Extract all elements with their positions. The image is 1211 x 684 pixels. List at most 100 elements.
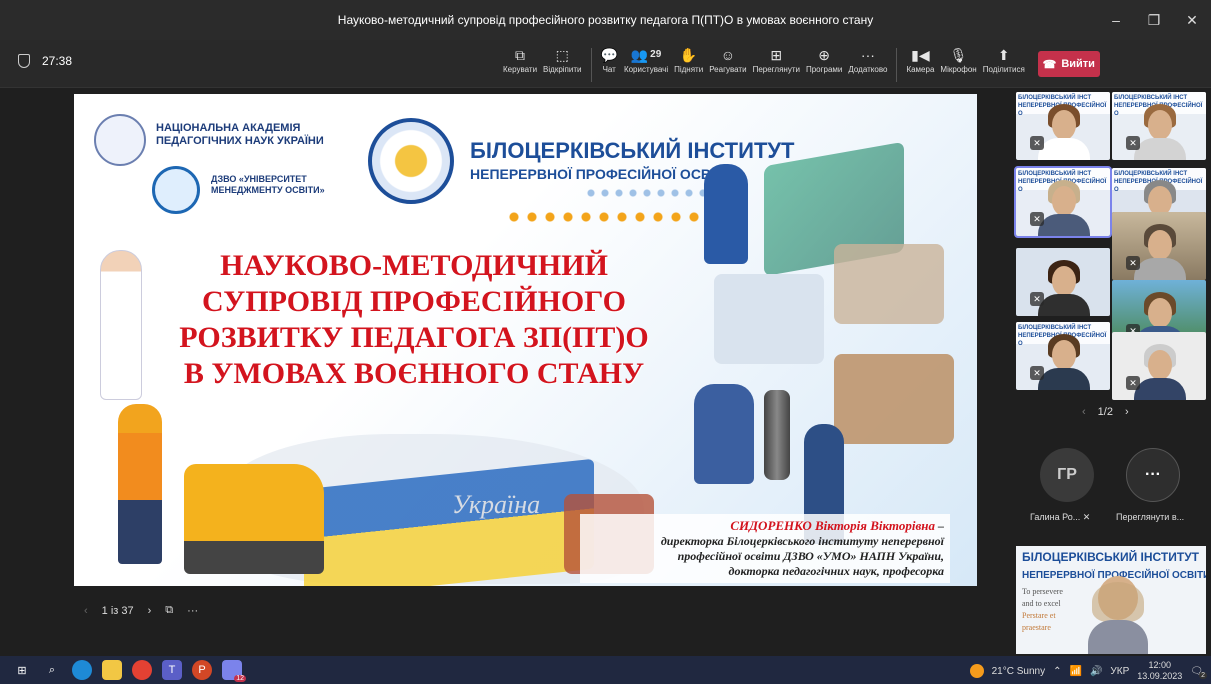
minimize-button[interactable]: – [1097, 0, 1135, 40]
window-titlebar: Науково-методичний супровід професійного… [0, 0, 1211, 40]
divider [590, 48, 592, 82]
react-button[interactable]: ☺ Реагувати [706, 45, 749, 82]
leave-label: Вийти [1061, 58, 1095, 70]
avatar-name: Галина Ро... ✕ [1030, 512, 1090, 523]
participant-tile[interactable]: БІЛОЦЕРКІВСЬКИЙ ІНСТ НЕПЕРЕРВНОЇ ПРОФЕСІ… [1016, 92, 1110, 160]
motto-line-2: and to excel [1022, 599, 1061, 608]
language-indicator[interactable]: УКР [1110, 666, 1129, 677]
notification-icon[interactable]: 🗨 2 [1190, 666, 1207, 679]
people-icon: 👥 [630, 47, 649, 63]
leave-button[interactable]: ☎ Вийти [1037, 51, 1100, 77]
raise-hand-button[interactable]: ✋ Підняти [671, 45, 706, 82]
file-explorer-icon[interactable] [102, 660, 122, 680]
slide-overview-icon[interactable]: ⧉ [165, 604, 173, 617]
control-button[interactable]: ⧉ Керувати [500, 45, 540, 82]
chat-icon: 💬 [600, 47, 618, 63]
people-label: Користувачі [623, 65, 669, 74]
mic-off-icon: ✕ [1030, 212, 1044, 226]
meeting-toolbar: 27:38 ⧉ Керувати ⬚ Відкріпити 💬 Чат 👥 29 … [0, 40, 1211, 88]
speaker-caption: СИДОРЕНКО Вікторія Вікторівна – директор… [580, 514, 950, 583]
teams-chat-icon[interactable]: 12 [222, 660, 246, 682]
windows-start-icon[interactable]: ⊞ [12, 660, 32, 680]
machinist-illustration [714, 274, 824, 364]
participant-tile[interactable]: ✕ [1016, 248, 1110, 316]
participant-tile[interactable]: БІЛОЦЕРКІВСЬКИЙ ІНСТ НЕПЕРЕРВНОЇ ПРОФЕСІ… [1016, 322, 1110, 390]
tray-chevron-icon[interactable]: ⌃ [1053, 666, 1061, 677]
unpin-button[interactable]: ⬚ Відкріпити [540, 45, 584, 82]
volume-icon[interactable]: 🔊 [1090, 666, 1102, 677]
institute-logo-icon [368, 118, 454, 204]
apps-button[interactable]: ⊕ Програми [803, 45, 845, 82]
speaker-line-1: директорка Білоцерківського інституту не… [660, 534, 944, 548]
gallery-prev-button[interactable]: ‹ [1082, 406, 1086, 418]
teams-icon[interactable]: T [162, 660, 182, 680]
avatar-name-text: Галина Ро... [1030, 512, 1081, 522]
decor-dots [586, 186, 706, 200]
chat-button[interactable]: 💬 Чат [598, 45, 621, 82]
institute-title: БІЛОЦЕРКІВСЬКИЙ ІНСТИТУТ [470, 138, 795, 163]
presentation-slide[interactable]: НАЦІОНАЛЬНА АКАДЕМІЯ ПЕДАГОГІЧНИХ НАУК У… [74, 94, 977, 586]
more-button[interactable]: ··· Додатково [845, 45, 890, 82]
powerpoint-icon[interactable]: P [192, 660, 212, 680]
institute-subtitle: НЕПЕРЕРВНОЇ ПРОФЕСІЙНОЇ ОСВІТИ [470, 166, 734, 182]
edge-browser-icon[interactable] [72, 660, 92, 680]
chat-label: Чат [602, 65, 616, 74]
close-button[interactable]: ✕ [1173, 0, 1211, 40]
people-button[interactable]: 👥 29 Користувачі [621, 45, 671, 82]
apps-label: Програми [805, 65, 843, 74]
gallery-pager: ‹ 1/2 › [1082, 406, 1129, 418]
unpin-icon: ⬚ [555, 47, 569, 63]
raise-hand-label: Підняти [674, 65, 704, 74]
speaker-dash: – [935, 519, 944, 533]
speaker-line-2: професійної освіти ДЗВО «УМО» НАПН Украї… [677, 549, 944, 563]
mic-button[interactable]: 🎙 Мікрофон [937, 45, 979, 82]
share-button[interactable]: ⬆ Поділитися [980, 45, 1028, 82]
gallery-page: 1/2 [1097, 406, 1113, 418]
windows-taskbar: ⊞ ⌕ T P 12 21°C Sunny ⌃ 📶 🔊 УКР 12:00 13… [0, 656, 1211, 684]
search-icon[interactable]: ⌕ [42, 660, 62, 680]
pipe-illustration [764, 390, 790, 480]
system-tray: 21°C Sunny ⌃ 📶 🔊 УКР 12:00 13.09.2023 🗨 2 [969, 660, 1207, 682]
window-title: Науково-методичний супровід професійного… [337, 13, 874, 27]
self-video-person [1088, 576, 1148, 654]
slide-counter: 1 із 37 [101, 604, 134, 617]
view-button[interactable]: ⊞ Переглянути [750, 45, 803, 82]
motto-line-1: To persevere [1022, 587, 1063, 596]
participant-tile-active[interactable]: БІЛОЦЕРКІВСЬКИЙ ІНСТ НЕПЕРЕРВНОЇ ПРОФЕСІ… [1014, 166, 1112, 238]
maximize-button[interactable]: ❐ [1135, 0, 1173, 40]
next-slide-button[interactable]: › [148, 605, 152, 617]
doctor-illustration [100, 250, 142, 400]
screen-share-icon: ⧉ [515, 47, 526, 63]
lab-illustration [834, 244, 944, 324]
view-icon: ⊞ [770, 47, 783, 63]
weather-text[interactable]: 21°C Sunny [992, 666, 1045, 677]
network-icon[interactable]: 📶 [1069, 666, 1081, 677]
speaker-line-3: докторка педагогічних наук, професорка [728, 564, 944, 578]
gallery-next-button[interactable]: › [1125, 406, 1129, 418]
self-video-tile[interactable]: БІЛОЦЕРКІВСЬКИЙ ІНСТИТУТ НЕПЕРЕРВНОЇ ПРО… [1016, 546, 1206, 654]
view-more-participants-button[interactable]: ··· [1126, 448, 1180, 502]
control-label: Керувати [503, 65, 538, 74]
mic-off-icon: ✕ [1126, 136, 1140, 150]
participant-avatar[interactable]: ГР [1040, 448, 1094, 502]
share-icon: ⬆ [997, 47, 1010, 63]
participant-tile[interactable]: ✕ [1112, 332, 1206, 400]
prev-slide-button[interactable]: ‹ [84, 605, 88, 617]
divider [896, 48, 898, 82]
headline-line-2: СУПРОВІД ПРОФЕСІЙНОГО [202, 285, 626, 318]
share-label: Поділитися [982, 65, 1025, 74]
slide-headline: НАУКОВО-МЕТОДИЧНИЙ СУПРОВІД ПРОФЕСІЙНОГО… [174, 248, 654, 392]
chrome-icon[interactable] [132, 660, 152, 680]
clock-time: 12:00 [1148, 660, 1172, 670]
more-label: Додатково [848, 65, 888, 74]
clock[interactable]: 12:00 13.09.2023 [1137, 660, 1182, 682]
camera-button[interactable]: ▮◀ Камера [903, 45, 937, 82]
headline-line-4: В УМОВАХ ВОЄННОГО СТАНУ [183, 357, 645, 390]
speaker-name: СИДОРЕНКО Вікторія Вікторівна [730, 518, 935, 533]
participant-tile[interactable]: ✕ [1112, 212, 1206, 280]
slide-more-button[interactable]: ··· [187, 605, 198, 617]
participant-tile[interactable]: ✕ [1112, 280, 1206, 340]
participant-tile[interactable]: БІЛОЦЕРКІВСЬКИЙ ІНСТ НЕПЕРЕРВНОЇ ПРОФЕСІ… [1112, 92, 1206, 160]
raise-hand-icon: ✋ [679, 47, 698, 63]
motto-line-3: Perstare et praestare [1022, 611, 1056, 632]
